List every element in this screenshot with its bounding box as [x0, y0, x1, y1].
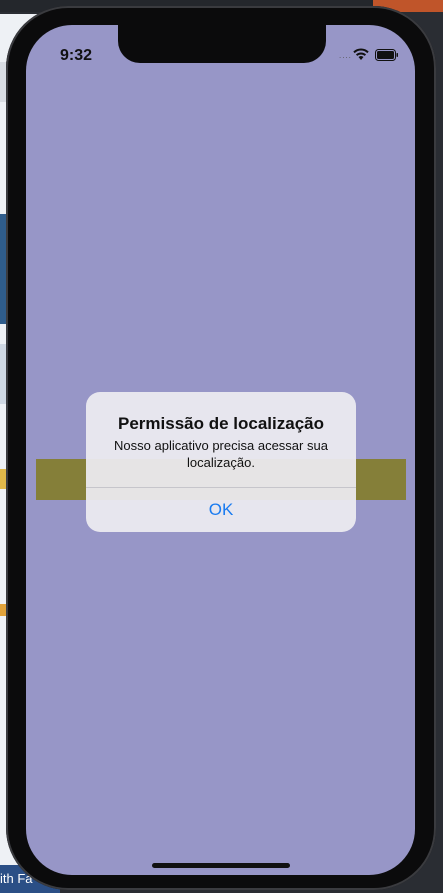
alert-message: Nosso aplicativo precisa acessar sua loc… [114, 438, 328, 470]
wifi-icon [353, 48, 369, 60]
phone-notch [118, 25, 326, 63]
signal-dots: .... [339, 51, 352, 60]
home-indicator[interactable] [152, 863, 290, 868]
battery-icon [375, 49, 398, 61]
status-time: 9:32 [60, 47, 93, 64]
phone-frame: 9:32 .... Permissão de localização Nosso… [6, 6, 436, 890]
location-permission-alert: Permissão de localização Nosso aplicativ… [86, 392, 356, 532]
alert-title: Permissão de localização [118, 414, 324, 433]
app-screen: 9:32 .... Permissão de localização Nosso… [26, 25, 415, 875]
desktop-background: ith Fa 9:32 .... Permissão de localizaçã… [0, 0, 443, 893]
ok-button[interactable]: OK [86, 488, 356, 532]
